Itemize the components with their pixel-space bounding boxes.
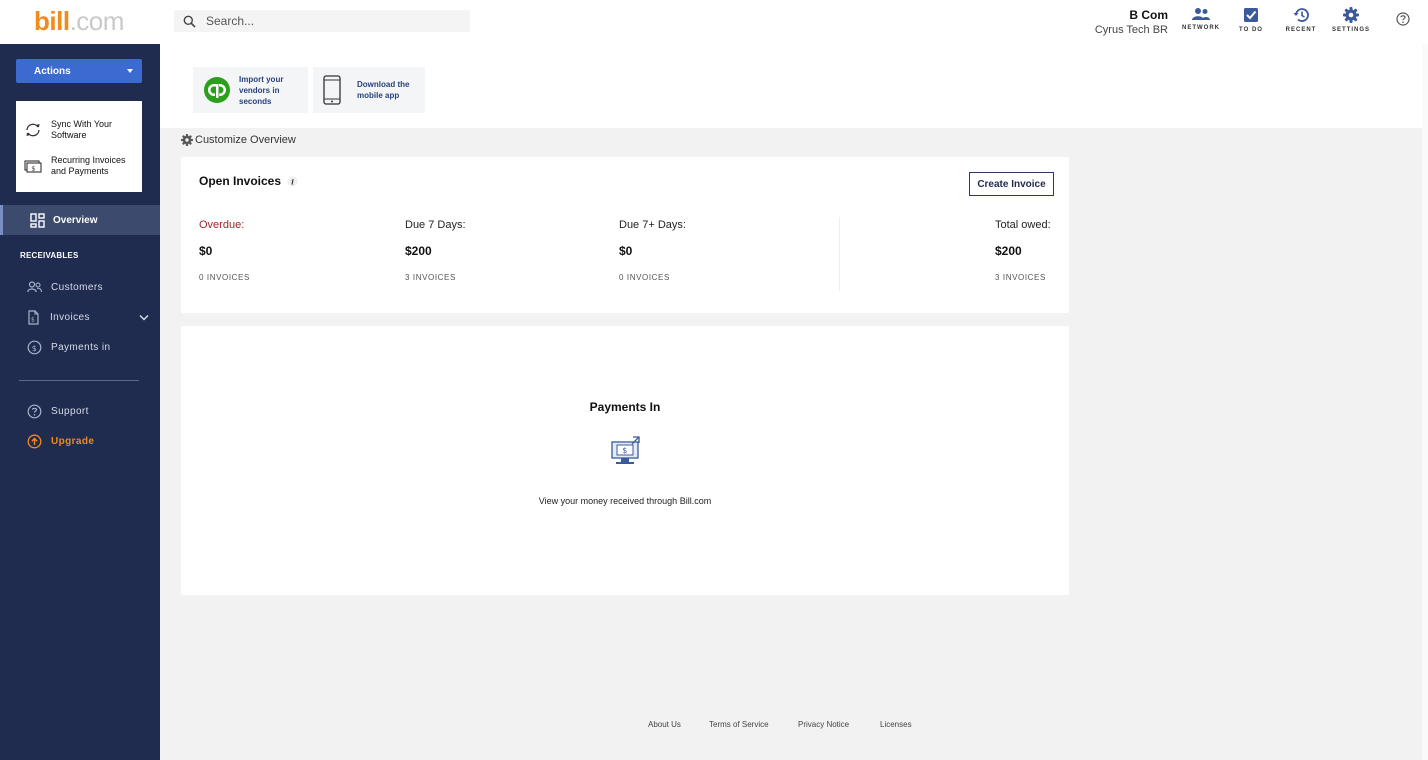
help-button[interactable] — [1396, 12, 1410, 31]
settings-icon — [1343, 7, 1359, 23]
info-icon[interactable]: i — [287, 176, 298, 187]
page-scrollbar[interactable] — [1422, 44, 1428, 760]
menu-item-sync[interactable]: Sync With Your Software — [16, 112, 142, 148]
recent-button[interactable]: RECENT — [1276, 7, 1326, 33]
chevron-down-icon[interactable] — [139, 314, 149, 321]
todo-icon — [1244, 8, 1258, 22]
money-received-icon: $ — [611, 436, 640, 464]
metric-due-7-plus-days[interactable]: Due 7+ Days: $0 0 INVOICES — [619, 219, 686, 282]
footer-link-privacy[interactable]: Privacy Notice — [798, 720, 849, 729]
phone-icon — [323, 75, 341, 105]
sidebar-item-payments-in[interactable]: $ Payments in — [27, 339, 110, 355]
caret-down-icon — [127, 69, 133, 73]
payments-icon: $ — [27, 340, 42, 354]
create-invoice-button[interactable]: Create Invoice — [969, 172, 1054, 196]
section-label-receivables: RECEIVABLES — [20, 251, 79, 260]
promo-mobile-app[interactable]: Download the mobile app — [313, 67, 425, 113]
invoices-icon: $ — [28, 309, 39, 325]
sync-icon — [26, 123, 40, 137]
sidebar-item-support[interactable]: Support — [27, 403, 89, 419]
network-button[interactable]: NETWORK — [1176, 7, 1226, 31]
user-info[interactable]: B Com Cyrus Tech BR — [1095, 8, 1168, 36]
sidebar-item-upgrade[interactable]: Upgrade — [27, 433, 94, 449]
bill-logo[interactable]: bill.com — [34, 6, 124, 37]
promo-area: Import your vendors in seconds Download … — [160, 44, 1422, 128]
svg-text:$: $ — [31, 164, 35, 172]
top-header: bill.com B Com Cyrus Tech BR NETWORK TO … — [0, 0, 1428, 44]
customize-overview-link[interactable]: Customize Overview — [181, 134, 296, 146]
footer-link-about[interactable]: About Us — [648, 720, 681, 729]
search-box — [174, 10, 470, 32]
open-invoices-title: Open Invoices i — [199, 174, 298, 188]
recurring-icon: $ — [24, 160, 42, 173]
sidebar-item-customers[interactable]: Customers — [27, 279, 103, 295]
actions-button[interactable]: Actions — [16, 59, 142, 83]
quickbooks-icon — [204, 77, 230, 103]
metric-divider — [839, 217, 840, 291]
gear-icon — [181, 134, 193, 146]
settings-button[interactable]: SETTINGS — [1326, 7, 1376, 33]
overview-icon — [30, 212, 45, 228]
sidebar-item-invoices[interactable]: $ Invoices — [27, 309, 90, 325]
metric-total-owed[interactable]: Total owed: $200 3 INVOICES — [995, 219, 1051, 282]
actions-menu: Sync With Your Software $ Recurring Invo… — [16, 101, 142, 192]
svg-text:$: $ — [31, 316, 35, 323]
promo-import-vendors[interactable]: Import your vendors in seconds — [193, 67, 308, 113]
sidebar-item-overview[interactable]: Overview — [0, 205, 160, 235]
sidebar-divider — [19, 380, 139, 381]
svg-text:i: i — [291, 177, 294, 186]
sidebar: Actions Sync With Your Software $ Recurr… — [0, 44, 160, 760]
support-icon — [27, 404, 42, 418]
svg-text:$: $ — [32, 343, 37, 352]
recent-icon — [1293, 8, 1309, 22]
open-invoices-card: Open Invoices i Create Invoice Overdue: … — [181, 157, 1069, 313]
help-icon — [1396, 12, 1410, 26]
metric-due-7-days[interactable]: Due 7 Days: $200 3 INVOICES — [405, 219, 466, 282]
footer-link-licenses[interactable]: Licenses — [880, 720, 912, 729]
search-icon — [183, 15, 196, 28]
footer-link-terms[interactable]: Terms of Service — [709, 720, 769, 729]
payments-in-title: Payments In — [589, 400, 661, 414]
payments-in-description: View your money received through Bill.co… — [538, 496, 712, 506]
payments-in-card: Payments In $ View your money received t… — [181, 326, 1069, 595]
search-input[interactable] — [206, 14, 446, 28]
network-icon — [1192, 8, 1210, 20]
svg-text:$: $ — [622, 446, 627, 455]
metric-overdue[interactable]: Overdue: $0 0 INVOICES — [199, 219, 250, 282]
todo-button[interactable]: TO DO — [1226, 7, 1276, 33]
customers-icon — [27, 281, 42, 293]
upgrade-icon — [27, 434, 42, 448]
menu-item-recurring[interactable]: $ Recurring Invoices and Payments — [16, 148, 142, 184]
